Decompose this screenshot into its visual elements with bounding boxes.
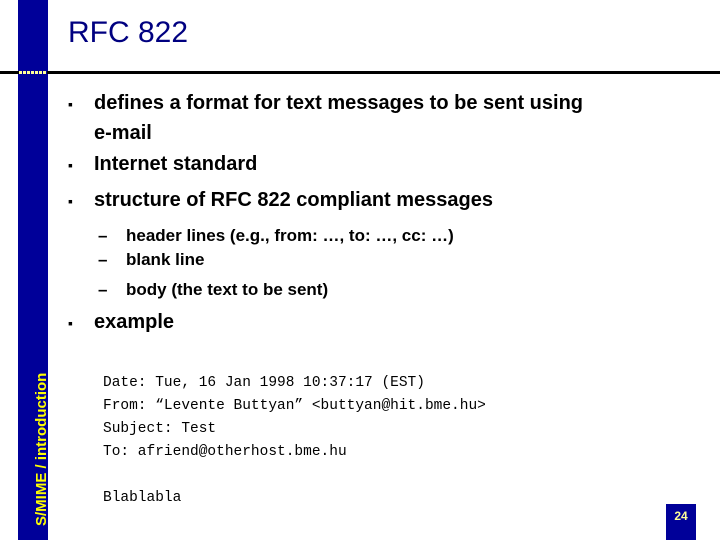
header-line-to: To: afriend@otherhost.bme.hu [103,444,347,460]
sub-bullet-item: – body (the text to be sent) [98,280,328,300]
square-bullet-icon: ▪ [68,192,73,209]
sub-bullet-item: – blank line [98,250,204,270]
page-number: 24 [666,504,696,540]
example-message-body: Blablabla [103,490,182,506]
dash-bullet-icon: – [98,226,108,245]
sub-bullet-text: body (the text to be sent) [126,280,329,299]
square-bullet-icon: ▪ [68,95,73,112]
header-line-from: From: “Levente Buttyan” <buttyan@hit.bme… [103,398,486,414]
bullet-text: example [94,311,175,333]
bullet-item-example: ▪ example [68,307,174,338]
sub-bullet-item: – header lines (e.g., from: …, to: …, cc:… [98,226,454,246]
bullet-item: ▪ structure of RFC 822 compliant messages [68,185,493,216]
bullet-item: ▪ Internet standard [68,149,257,180]
bullet-text: structure of RFC 822 compliant messages [94,189,494,211]
header-line-date: Date: Tue, 16 Jan 1998 10:37:17 (EST) [103,375,425,391]
header-line-subject: Subject: Test [103,421,217,437]
example-message-headers: Date: Tue, 16 Jan 1998 10:37:17 (EST) Fro… [103,372,486,464]
bullet-text: defines a format for text messages to be… [94,92,584,114]
bullet-text: Internet standard [94,153,258,175]
square-bullet-icon: ▪ [68,314,73,331]
dash-bullet-icon: – [98,250,108,269]
title-divider [0,71,720,74]
sub-bullet-text: header lines (e.g., from: …, to: …, cc: … [126,226,454,245]
sub-bullet-text: blank line [126,250,205,269]
slide-title: RFC 822 [68,16,189,49]
dash-bullet-icon: – [98,280,108,299]
bullet-item: ▪ defines a format for text messages to b… [68,88,583,148]
section-label: S/MIME / introduction [33,372,50,526]
square-bullet-icon: ▪ [68,156,73,173]
bullet-text-continued: e-mail [94,122,152,144]
divider-dots [19,71,47,74]
